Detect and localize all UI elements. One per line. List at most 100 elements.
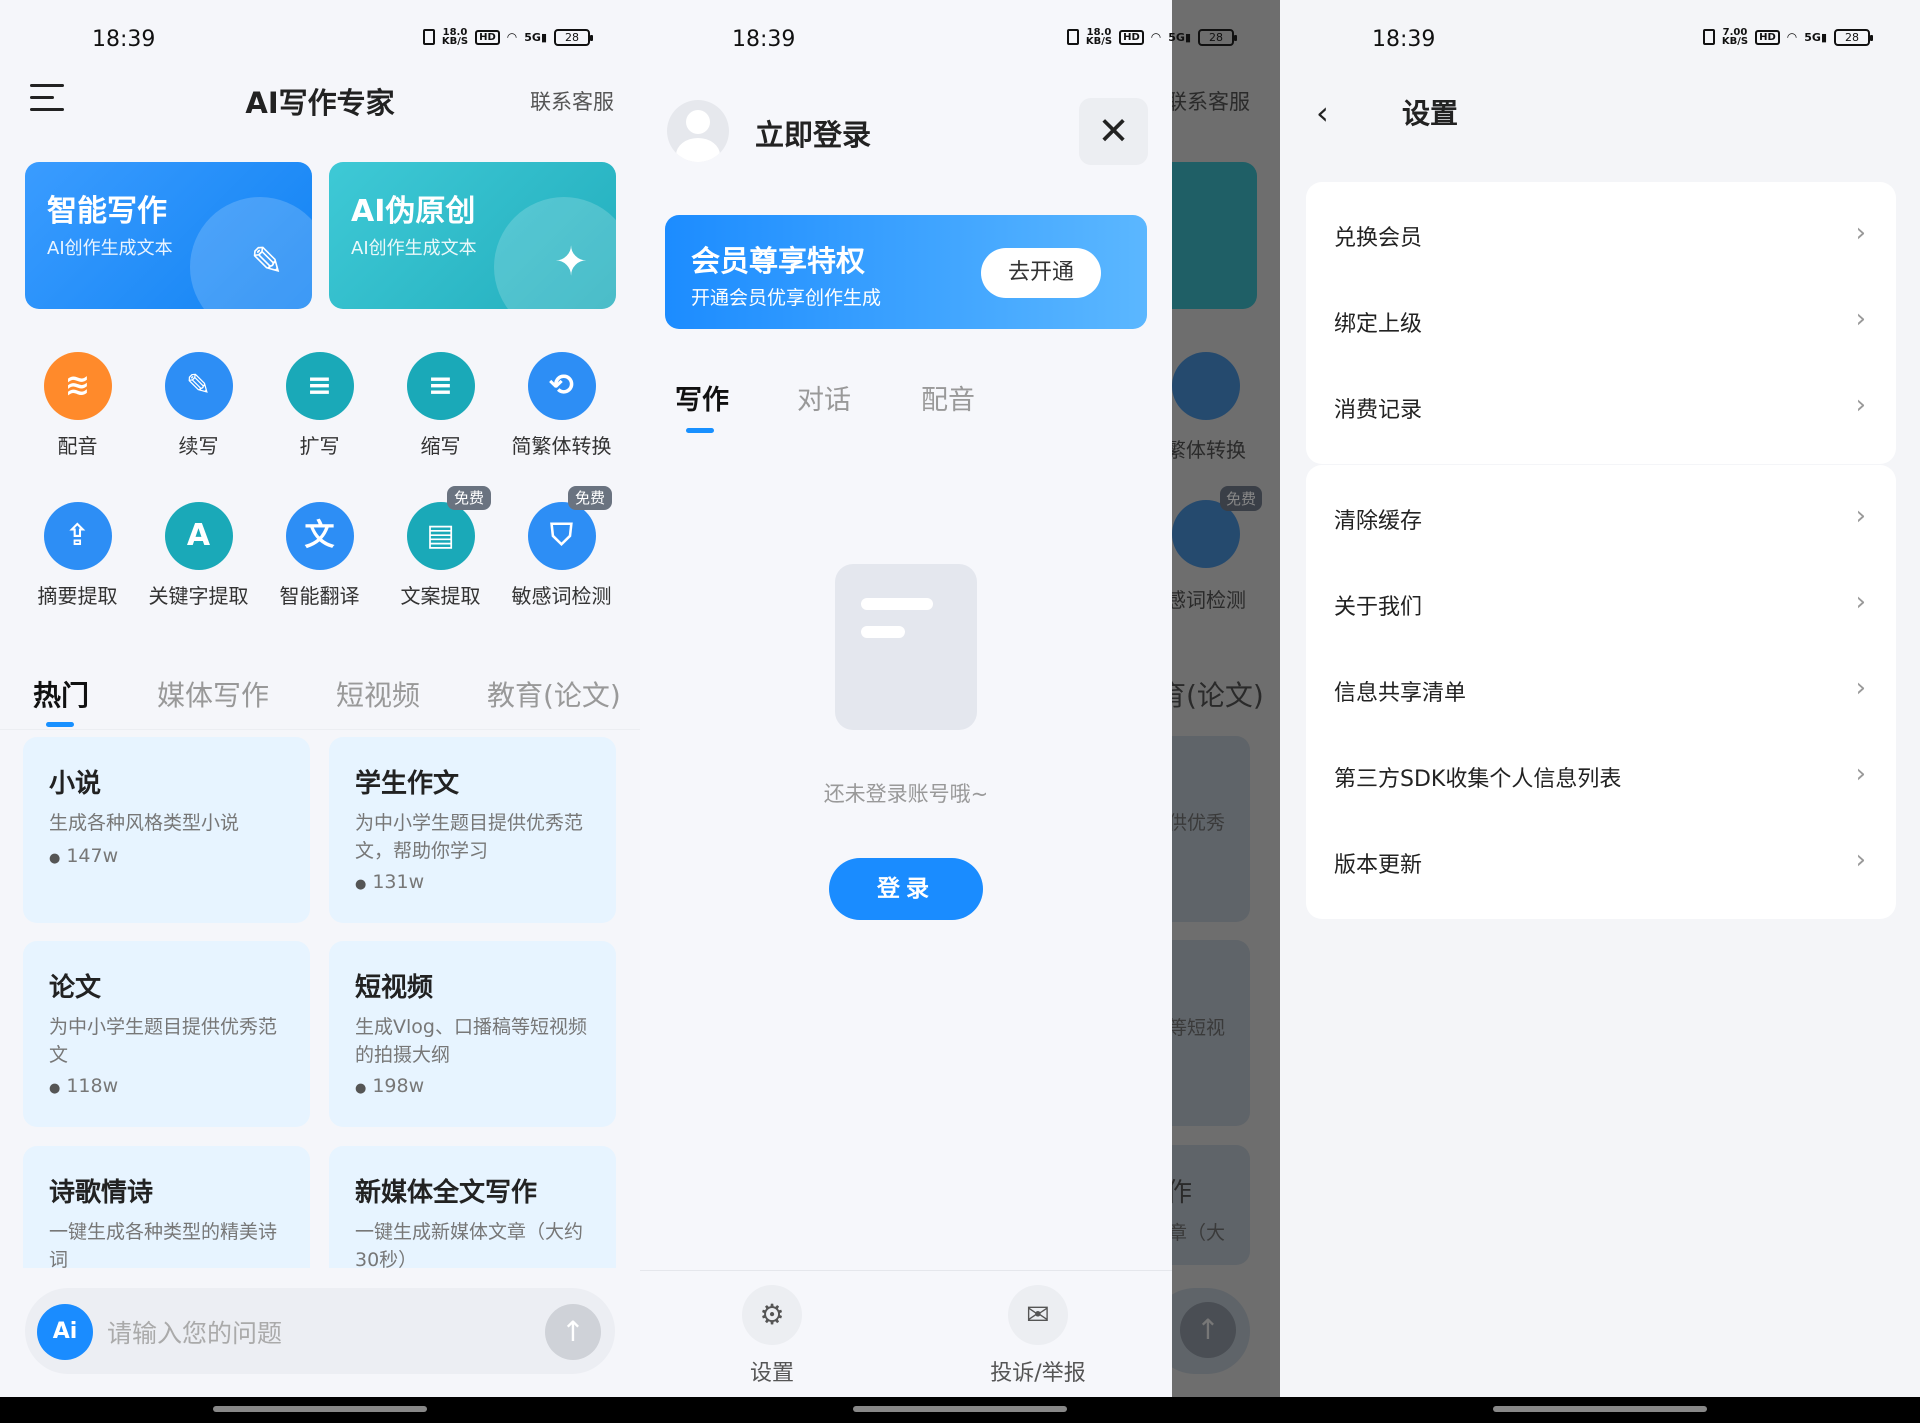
ai-logo-icon: Ai (37, 1304, 93, 1360)
behind-text: 章（大 (1172, 1222, 1226, 1244)
question-input-bar[interactable]: Ai 请输入您的问题 ↑ (25, 1288, 615, 1374)
settings-row[interactable]: 绑定上级 › (1306, 280, 1896, 366)
card-subtitle: AI创作生成文本 (47, 238, 173, 259)
settings-row-label: 兑换会员 (1334, 226, 1423, 251)
tool-item[interactable]: 文智能翻译 (259, 502, 380, 609)
wifi-icon: ◠ (1150, 30, 1162, 44)
send-arrow-icon[interactable]: ↑ (545, 1304, 601, 1360)
card-title: 智能写作 (47, 194, 167, 229)
report-button[interactable]: ✉ 投诉/举报 (968, 1285, 1108, 1387)
template-desc: 一键生成各种类型的精美诗词 (49, 1221, 278, 1271)
magic-wand-icon: ✦ (554, 239, 588, 285)
settings-row-label: 第三方SDK收集个人信息列表 (1334, 767, 1622, 792)
card-title: AI伪原创 (351, 194, 476, 229)
tool-item[interactable]: ⟲ 简繁体转换 (501, 352, 622, 459)
template-title: 短视频 (355, 973, 434, 1003)
tool-item[interactable]: A 关键字提取 (138, 502, 259, 609)
settings-row-label: 绑定上级 (1334, 312, 1423, 337)
template-title: 诗歌情诗 (49, 1178, 154, 1208)
template-title: 学生作文 (355, 769, 460, 799)
template-title: 小说 (49, 769, 102, 799)
close-icon[interactable]: ✕ (1079, 98, 1148, 165)
settings-row[interactable]: 信息共享清单 › (1306, 649, 1896, 735)
translate-icon: 文 (285, 502, 354, 570)
hd-icon: HD (1119, 29, 1144, 45)
empty-state-text: 还未登录账号哦~ (823, 782, 989, 806)
vip-banner[interactable]: 会员尊享特权 开通会员优享创作生成 去开通 (665, 215, 1147, 329)
tool-item[interactable]: ▤ 文案提取 免费 (380, 486, 501, 609)
vibrate-icon (1702, 29, 1715, 45)
footer-label: 投诉/举报 (990, 1361, 1086, 1386)
template-card[interactable]: 学生作文为中小学生题目提供优秀范文，帮助你学习 131w (329, 737, 616, 923)
question-input[interactable]: 请输入您的问题 (107, 1314, 282, 1350)
tool-label: 配音 (57, 434, 98, 458)
template-card[interactable]: 小说生成各种风格类型小说 147w (23, 737, 310, 923)
dimmed-background[interactable]: 联系客服 繁体转换 免费 感词检测 育(论文) 供优秀 等短视 作 章（大 ↑ (1172, 0, 1280, 1397)
settings-row-label: 关于我们 (1334, 595, 1423, 620)
tool-label: 简繁体转换 (511, 434, 612, 458)
document-icon: ▤ (406, 502, 475, 570)
settings-group-2: 清除缓存 › 关于我们 › 信息共享清单 › 第三方SDK收集个人信息列表 › 版本更新 › (1306, 465, 1896, 919)
tool-label: 缩写 (420, 434, 461, 458)
signal-icon: 5G▮ (1804, 30, 1827, 44)
settings-screen: 18:39 7.00 KB/S HD ◠ 5G▮ 28 ‹ 设置 兑换会员 › 绑定上… (1280, 0, 1920, 1423)
ai-rewrite-card[interactable]: AI伪原创 AI创作生成文本 ✦ (329, 162, 616, 309)
open-vip-button[interactable]: 去开通 (981, 248, 1101, 298)
tool-item[interactable]: ⇪ 摘要提取 (17, 502, 138, 609)
tab-education[interactable]: 教育(论文) (487, 674, 621, 714)
tool-item[interactable]: ⛉ 敏感词检测 免费 (501, 486, 622, 609)
tool-item[interactable]: ≡ 扩写 (259, 352, 380, 459)
chevron-right-icon: › (1855, 845, 1866, 875)
expand-text-icon: ≡ (285, 352, 354, 420)
status-icons: 7.00 KB/S HD ◠ 5G▮ 28 (1702, 27, 1873, 47)
settings-row-label: 版本更新 (1334, 853, 1423, 878)
report-icon: ✉ (1008, 1285, 1068, 1345)
tool-label: 智能翻译 (279, 584, 360, 608)
tab-hot[interactable]: 热门 (33, 674, 89, 714)
vibrate-icon (422, 29, 435, 45)
settings-button[interactable]: ⚙ 设置 (702, 1285, 842, 1387)
tab-media-writing[interactable]: 媒体写作 (157, 674, 269, 714)
hd-icon: HD (475, 29, 500, 45)
tool-item[interactable]: ✎ 续写 (138, 352, 259, 459)
tab-writing[interactable]: 写作 (675, 378, 729, 417)
status-bar: 18:39 7.00 KB/S HD ◠ 5G▮ 28 (1280, 0, 1920, 80)
tab-short-video[interactable]: 短视频 (336, 674, 420, 714)
tab-indicator (46, 722, 74, 727)
shrink-text-icon: ≡ (406, 352, 475, 420)
tab-chat[interactable]: 对话 (797, 378, 851, 417)
login-button[interactable]: 登录 (829, 858, 983, 920)
gesture-bar[interactable] (213, 1406, 427, 1412)
gesture-bar[interactable] (1493, 1406, 1707, 1412)
tool-item[interactable]: ≋ 配音 (17, 352, 138, 459)
settings-row[interactable]: 版本更新 › (1306, 821, 1896, 907)
shield-search-icon: ⛉ (527, 502, 596, 570)
behind-text: 作 (1172, 1178, 1193, 1208)
settings-row[interactable]: 第三方SDK收集个人信息列表 › (1306, 735, 1896, 821)
tool-item[interactable]: ≡ 缩写 (380, 352, 501, 459)
behind-text: 供优秀 (1172, 812, 1226, 834)
status-icons: 18.0 KB/S HD ◠ 5G▮ 28 (422, 28, 593, 47)
gesture-bar[interactable] (853, 1406, 1067, 1412)
settings-row-label: 消费记录 (1334, 398, 1423, 423)
avatar[interactable] (667, 100, 729, 162)
net-speed: 7.00 KB/S (1721, 27, 1749, 47)
tool-label: 关键字提取 (148, 584, 249, 608)
settings-row[interactable]: 清除缓存 › (1306, 477, 1896, 563)
settings-row[interactable]: 关于我们 › (1306, 563, 1896, 649)
free-badge: 免费 (567, 486, 612, 510)
app-header: AI写作专家 联系客服 (0, 78, 640, 122)
empty-document-icon (835, 564, 977, 730)
template-card[interactable]: 短视频生成Vlog、口播稿等短视频的拍摄大纲 198w (329, 941, 616, 1127)
settings-row[interactable]: 兑换会员 › (1306, 194, 1896, 280)
vip-title: 会员尊享特权 (691, 244, 866, 278)
template-card[interactable]: 论文为中小学生题目提供优秀范文 118w (23, 941, 310, 1127)
footer-label: 设置 (749, 1361, 794, 1386)
chevron-right-icon: › (1855, 218, 1866, 248)
back-arrow-icon[interactable]: ‹ (1316, 94, 1329, 132)
settings-row[interactable]: 消费记录 › (1306, 366, 1896, 452)
contact-support-link[interactable]: 联系客服 (530, 86, 614, 116)
login-now-link[interactable]: 立即登录 (755, 112, 871, 154)
smart-writing-card[interactable]: 智能写作 AI创作生成文本 ✎ (25, 162, 312, 309)
tab-dubbing[interactable]: 配音 (921, 378, 975, 417)
